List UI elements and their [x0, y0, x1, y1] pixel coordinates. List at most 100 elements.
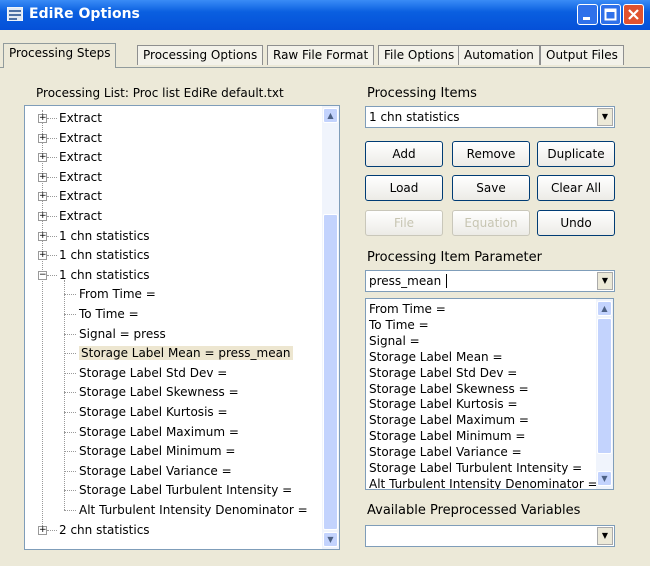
tree-connector	[47, 157, 57, 159]
tree-connector	[64, 510, 76, 511]
tab-output-files[interactable]: Output Files	[540, 45, 624, 65]
tree-connector	[64, 431, 76, 433]
tree-node[interactable]: 1 chn statistics	[59, 266, 150, 284]
parameter-list-item[interactable]: Storage Label Kurtosis =	[369, 397, 518, 412]
tree-connector	[64, 333, 76, 335]
parameter-list-item[interactable]: Storage Label Skewness =	[369, 382, 529, 397]
expand-icon[interactable]: +	[38, 525, 47, 535]
parameter-list[interactable]: From Time = To Time = Signal = Storage Labe…	[365, 298, 614, 490]
tab-raw-file-format[interactable]: Raw File Format	[267, 45, 375, 65]
expand-icon[interactable]: +	[38, 212, 47, 221]
scroll-thumb[interactable]	[323, 214, 338, 530]
tree-item-label: 1 chn statistics	[59, 267, 150, 282]
expand-icon[interactable]: +	[38, 114, 47, 123]
tree-connector	[64, 353, 76, 355]
parameter-list-item[interactable]: To Time =	[369, 318, 429, 333]
tree-child-item[interactable]: Signal = press	[79, 325, 166, 343]
tree-node[interactable]: Extract	[59, 187, 102, 205]
scroll-down-icon[interactable]: ▼	[597, 471, 612, 486]
preprocessed-select[interactable]: ▼	[365, 525, 615, 547]
parameter-list-item[interactable]: Storage Label Mean =	[369, 350, 503, 365]
maximize-icon	[604, 8, 617, 21]
expand-icon[interactable]: +	[38, 192, 47, 202]
tree-node[interactable]: Extract	[59, 129, 102, 147]
expand-icon[interactable]: +	[38, 231, 47, 241]
tree-node[interactable]: Extract	[59, 109, 102, 127]
tree-item-label: Signal = press	[79, 326, 166, 341]
tree-node[interactable]: Extract	[59, 207, 102, 225]
tree-connector	[64, 470, 76, 472]
tree-connector	[47, 176, 57, 178]
duplicate-button[interactable]: Duplicate	[537, 141, 615, 167]
tree-child-item[interactable]: Storage Label Minimum =	[79, 442, 235, 460]
tree-item-label: Extract	[59, 189, 102, 204]
tree-child-item[interactable]: Storage Label Kurtosis =	[79, 403, 228, 421]
tree-item-label: Storage Label Std Dev =	[79, 365, 228, 380]
parameter-list-item[interactable]: Storage Label Minimum =	[369, 429, 525, 444]
tree-child-item[interactable]: Alt Turbulent Intensity Denominator =	[79, 501, 308, 519]
tree-connector	[64, 412, 76, 413]
parameter-list-item[interactable]: Storage Label Variance =	[369, 445, 522, 460]
expand-icon[interactable]: +	[38, 153, 47, 163]
equation-button[interactable]: Equation	[452, 210, 530, 236]
tree-node[interactable]: 1 chn statistics	[59, 227, 150, 245]
save-button[interactable]: Save	[452, 175, 530, 201]
parameter-input[interactable]: press_mean ▼	[365, 270, 615, 292]
scroll-up-icon[interactable]: ▲	[597, 301, 612, 316]
parameter-list-item[interactable]: From Time =	[369, 302, 446, 317]
tree-child-item[interactable]: Storage Label Variance =	[79, 462, 232, 480]
tree-connector	[47, 235, 57, 237]
remove-button[interactable]: Remove	[452, 141, 530, 167]
tab-file-options[interactable]: File Options	[378, 45, 461, 65]
tree-child-item[interactable]: Storage Label Std Dev =	[79, 364, 227, 382]
tree-child-item[interactable]: Storage Label Mean = press_mean	[79, 344, 293, 362]
tree-item-label: Extract	[59, 169, 102, 184]
expand-icon[interactable]: +	[38, 133, 47, 143]
undo-button[interactable]: Undo	[537, 210, 615, 236]
minimize-button[interactable]	[577, 4, 598, 25]
parameter-list-item[interactable]: Alt Turbulent Intensity Denominator =	[369, 477, 598, 489]
parameter-list-item[interactable]: Storage Label Std Dev =	[369, 366, 517, 381]
tree-item-label: To Time =	[79, 307, 139, 321]
tab-automation[interactable]: Automation	[458, 45, 540, 65]
tree-node[interactable]: Extract	[59, 148, 102, 166]
tab-processing-options[interactable]: Processing Options	[137, 45, 264, 65]
tree-node[interactable]: Extract	[59, 168, 102, 186]
expand-icon[interactable]: +	[38, 172, 47, 182]
tree-connector	[64, 314, 76, 315]
maximize-button[interactable]	[600, 4, 621, 25]
scroll-thumb[interactable]	[597, 318, 612, 454]
expand-icon[interactable]: +	[38, 251, 47, 261]
file-button[interactable]: File	[365, 210, 443, 236]
processing-tree[interactable]: Extract + Extract + Extract + Extract + Extract +…	[24, 105, 340, 550]
tree-scrollbar[interactable]: ▲ ▼	[322, 106, 339, 549]
processing-items-select[interactable]: 1 chn statistics ▼	[365, 106, 615, 128]
chevron-down-icon[interactable]: ▼	[597, 272, 613, 290]
tab-processing-steps[interactable]: Processing Steps	[3, 43, 117, 68]
tree-node[interactable]: 2 chn statistics	[59, 521, 150, 539]
window-title: EdiRe Options	[29, 6, 140, 22]
tree-node[interactable]: 1 chn statistics	[59, 246, 150, 264]
collapse-icon[interactable]: −	[38, 270, 47, 280]
tree-item-label: Storage Label Maximum =	[79, 424, 239, 439]
load-button[interactable]: Load	[365, 175, 443, 201]
processing-items-value: 1 chn statistics	[369, 110, 460, 124]
close-button[interactable]	[623, 4, 644, 25]
tree-child-item[interactable]: Storage Label Maximum =	[79, 423, 239, 441]
parameter-list-item[interactable]: Storage Label Turbulent Intensity =	[369, 461, 582, 476]
tree-child-item[interactable]: From Time =	[79, 285, 156, 303]
clear-all-button[interactable]: Clear All	[537, 175, 615, 201]
parameter-list-item[interactable]: Signal =	[369, 334, 420, 349]
chevron-down-icon[interactable]: ▼	[597, 527, 613, 545]
chevron-down-icon[interactable]: ▼	[597, 108, 613, 126]
tree-child-item[interactable]: Storage Label Skewness =	[79, 383, 239, 401]
add-button[interactable]: Add	[365, 141, 443, 167]
parameter-list-item[interactable]: Storage Label Maximum =	[369, 413, 529, 428]
scroll-down-icon[interactable]: ▼	[323, 532, 338, 547]
parameter-scrollbar[interactable]: ▲ ▼	[596, 299, 613, 489]
tree-child-item[interactable]: Storage Label Turbulent Intensity =	[79, 481, 292, 499]
tree-connector	[64, 372, 76, 374]
tree-child-item[interactable]: To Time =	[79, 305, 139, 323]
scroll-up-icon[interactable]: ▲	[323, 108, 338, 123]
tree-item-label: Extract	[59, 111, 102, 125]
